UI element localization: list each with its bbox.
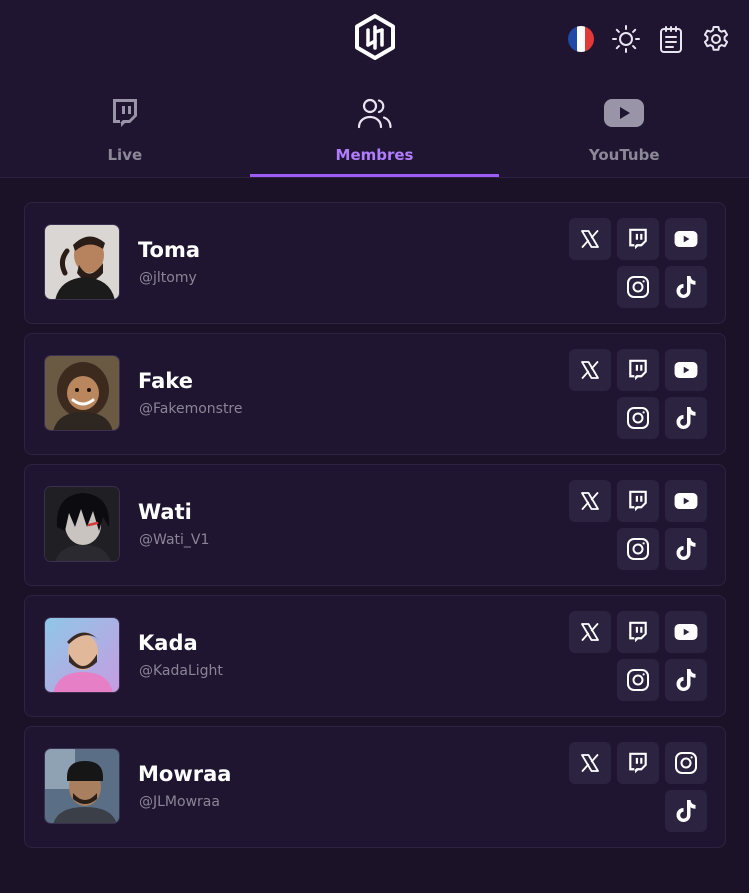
avatar[interactable] [44, 355, 120, 431]
instagram-icon [627, 538, 649, 560]
member-handle: @JLMowraa [139, 794, 220, 810]
tiktok-icon [676, 407, 696, 429]
instagram-icon [627, 407, 649, 429]
tiktok-button[interactable] [665, 528, 707, 570]
app-header: Live Membres YouTube [0, 0, 749, 178]
instagram-button[interactable] [617, 397, 659, 439]
x-icon [581, 361, 599, 379]
social-links [569, 218, 707, 308]
member-name: Wati [138, 500, 192, 524]
flag-fr-icon[interactable] [566, 24, 596, 54]
tab-label: Membres [335, 146, 414, 164]
x-button[interactable] [569, 218, 611, 260]
clipboard-icon[interactable] [656, 24, 686, 54]
instagram-button[interactable] [617, 659, 659, 701]
member-card: Kada @KadaLight [24, 595, 726, 717]
member-card: Wati @Wati_V1 [24, 464, 726, 586]
tiktok-button[interactable] [665, 397, 707, 439]
x-button[interactable] [569, 611, 611, 653]
twitch-icon [629, 752, 647, 774]
twitch-button[interactable] [617, 611, 659, 653]
youtube-button[interactable] [665, 218, 707, 260]
avatar[interactable] [44, 748, 120, 824]
twitch-icon [629, 621, 647, 643]
member-name: Kada [138, 631, 198, 655]
instagram-button[interactable] [617, 528, 659, 570]
tab-label: YouTube [588, 146, 660, 164]
tiktok-icon [676, 800, 696, 822]
social-links [569, 349, 707, 439]
twitch-button[interactable] [617, 742, 659, 784]
twitch-icon [629, 228, 647, 250]
x-button[interactable] [569, 480, 611, 522]
tiktok-icon [676, 276, 696, 298]
avatar[interactable] [44, 224, 120, 300]
member-handle: @jltomy [139, 270, 197, 286]
member-name: Fake [138, 369, 193, 393]
member-handle: @Wati_V1 [139, 532, 210, 548]
instagram-button[interactable] [665, 742, 707, 784]
x-button[interactable] [569, 742, 611, 784]
avatar[interactable] [44, 617, 120, 693]
main-tabs: Live Membres YouTube [0, 88, 749, 177]
instagram-icon [627, 276, 649, 298]
youtube-icon [674, 493, 698, 509]
youtube-button[interactable] [665, 349, 707, 391]
header-actions [566, 24, 731, 54]
member-handle: @Fakemonstre [139, 401, 243, 417]
tiktok-icon [676, 538, 696, 560]
member-card: Mowraa @JLMowraa [24, 726, 726, 848]
x-button[interactable] [569, 349, 611, 391]
tiktok-button[interactable] [665, 659, 707, 701]
hexagon-logo-icon[interactable] [354, 14, 396, 60]
instagram-button[interactable] [617, 266, 659, 308]
tab-label: Live [107, 146, 143, 164]
x-icon [581, 230, 599, 248]
youtube-icon [603, 92, 645, 134]
instagram-icon [627, 669, 649, 691]
member-name: Mowraa [138, 762, 232, 786]
x-icon [581, 492, 599, 510]
member-name: Toma [138, 238, 201, 262]
tiktok-button[interactable] [665, 790, 707, 832]
avatar[interactable] [44, 486, 120, 562]
twitch-button[interactable] [617, 480, 659, 522]
member-card: Fake @Fakemonstre [24, 333, 726, 455]
social-links [569, 742, 707, 832]
social-links [569, 611, 707, 701]
twitch-icon [629, 359, 647, 381]
youtube-icon [674, 362, 698, 378]
member-handle: @KadaLight [139, 663, 223, 679]
sun-icon[interactable] [611, 24, 641, 54]
tab-live[interactable]: Live [0, 88, 250, 177]
gear-icon[interactable] [701, 24, 731, 54]
youtube-button[interactable] [665, 611, 707, 653]
twitch-icon [110, 92, 140, 134]
youtube-icon [674, 624, 698, 640]
youtube-icon [674, 231, 698, 247]
instagram-icon [675, 752, 697, 774]
users-icon [357, 92, 393, 134]
youtube-button[interactable] [665, 480, 707, 522]
tab-membres[interactable]: Membres [249, 88, 500, 177]
twitch-icon [629, 490, 647, 512]
x-icon [581, 623, 599, 641]
x-icon [581, 754, 599, 772]
member-card: Toma @jltomy [24, 202, 726, 324]
twitch-button[interactable] [617, 349, 659, 391]
tiktok-button[interactable] [665, 266, 707, 308]
tiktok-icon [676, 669, 696, 691]
tab-youtube[interactable]: YouTube [499, 88, 749, 177]
members-list: Toma @jltomy Fake @Fakemonstre Wati @Wat… [24, 202, 726, 857]
twitch-button[interactable] [617, 218, 659, 260]
social-links [569, 480, 707, 570]
